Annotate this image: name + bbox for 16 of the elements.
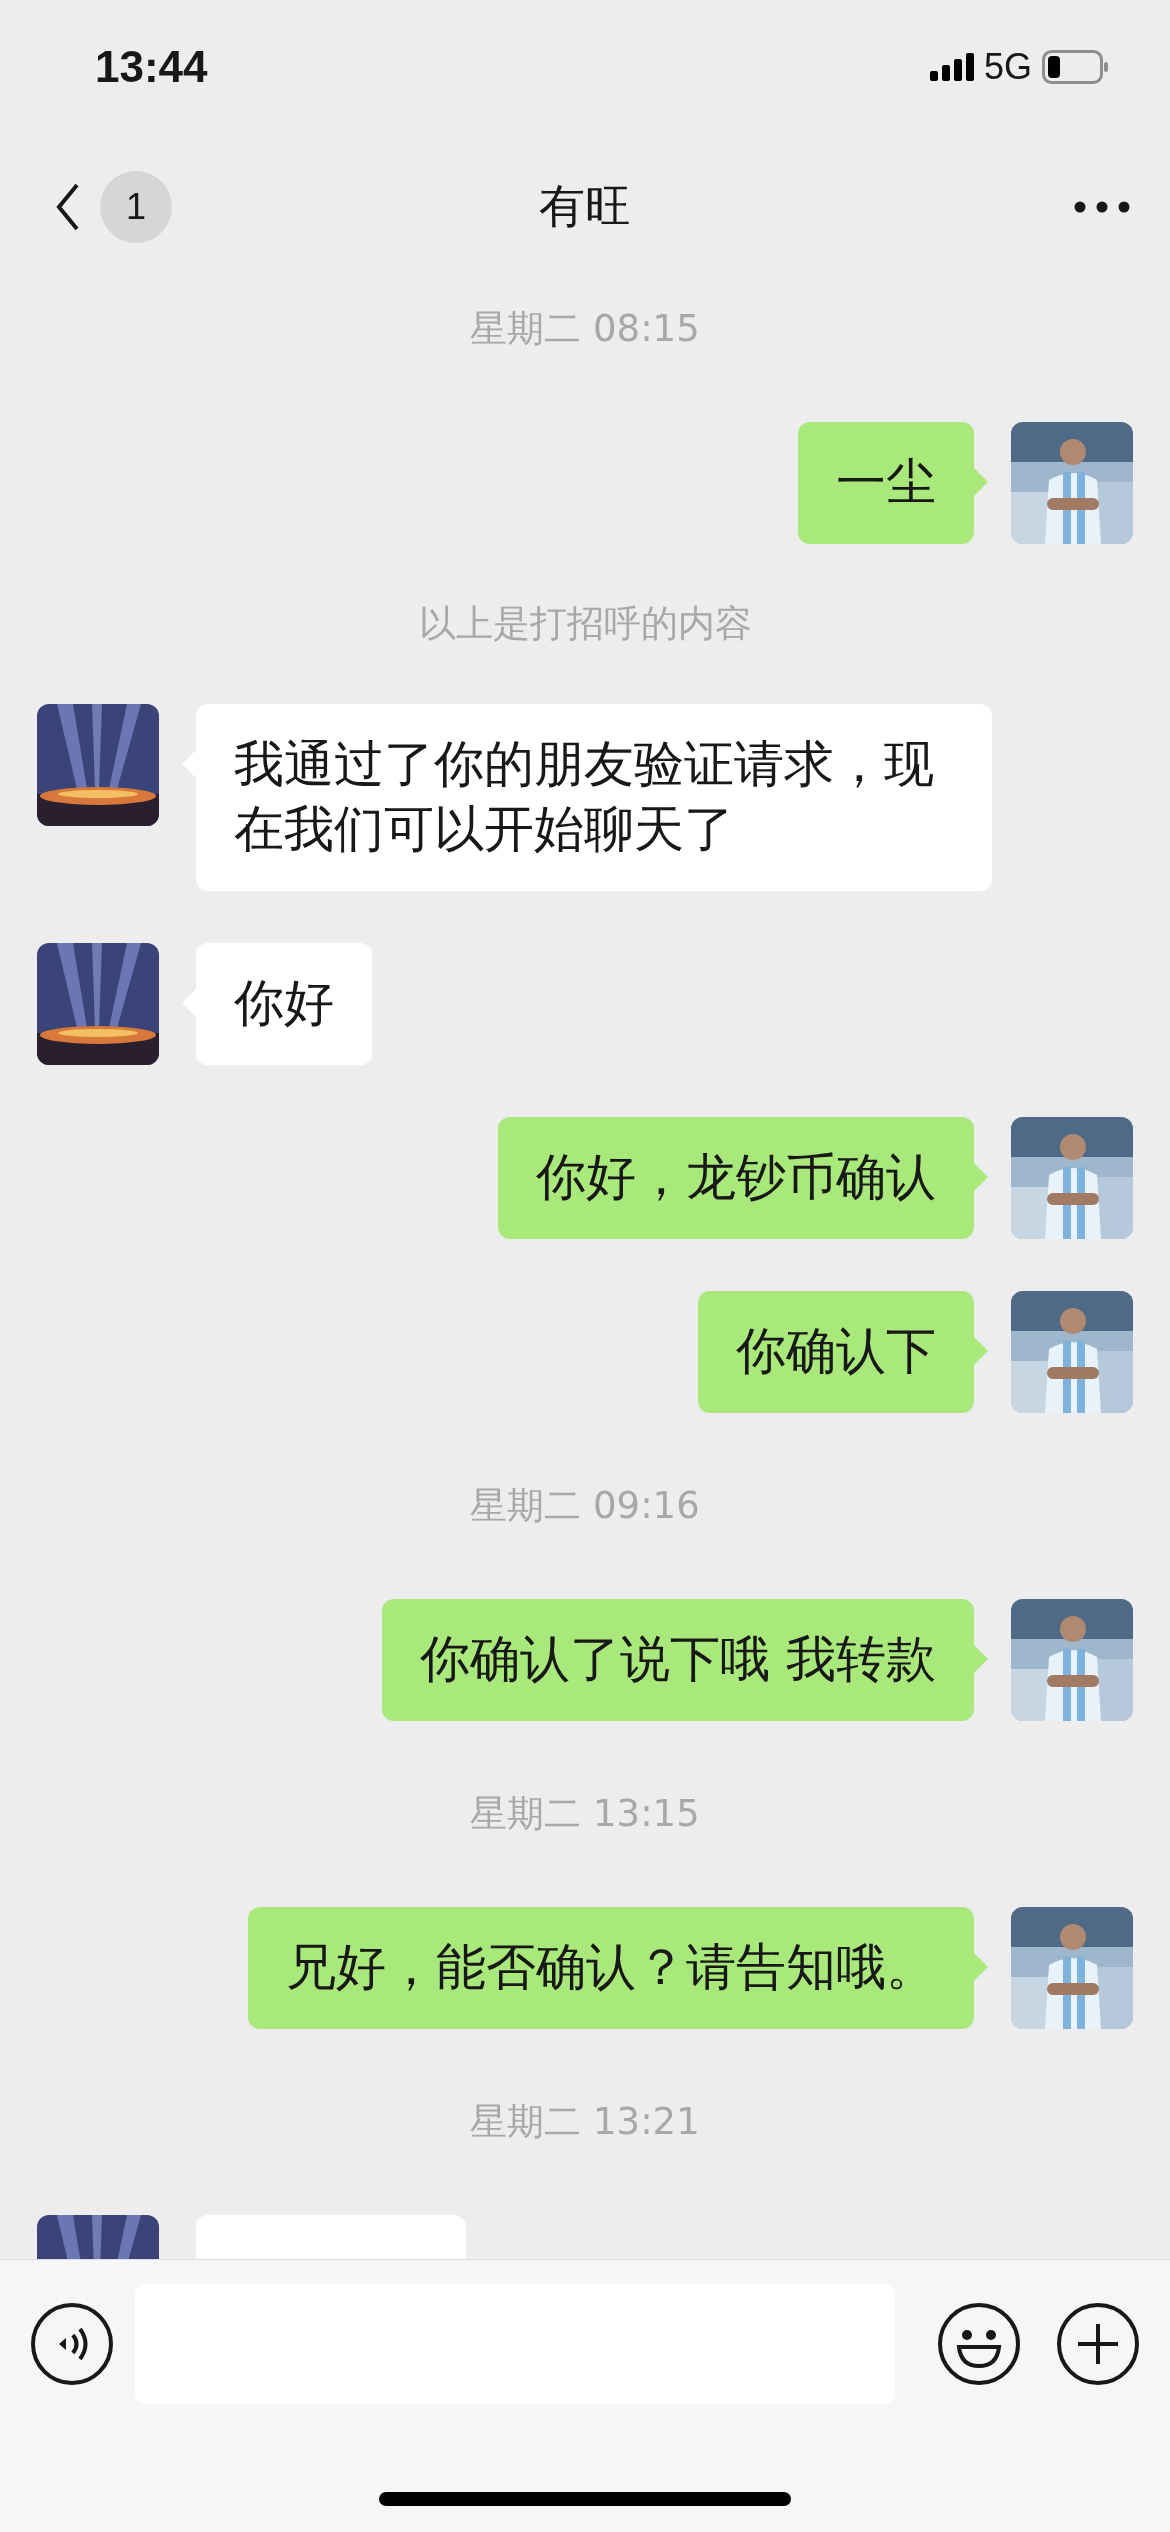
chat-title: 有旺 bbox=[539, 178, 631, 235]
timestamp: 星期二 13:15 bbox=[469, 1791, 701, 1837]
emoji-icon[interactable] bbox=[937, 2302, 1022, 2386]
voice-icon[interactable] bbox=[30, 2302, 114, 2386]
battery-icon bbox=[1042, 50, 1108, 84]
plus-icon[interactable] bbox=[1055, 2302, 1140, 2386]
more-icon[interactable] bbox=[1074, 201, 1130, 213]
system-notice: 以上是打招呼的内容 bbox=[417, 601, 753, 647]
network-label: 5G bbox=[983, 46, 1032, 88]
back-icon[interactable] bbox=[56, 182, 80, 232]
timestamp: 星期二 13:21 bbox=[469, 2099, 701, 2145]
status-time: 13:44 bbox=[95, 42, 208, 92]
unread-badge: 1 bbox=[100, 171, 172, 243]
signal-icon bbox=[929, 53, 974, 81]
timestamp: 星期二 09:16 bbox=[469, 1483, 701, 1529]
timestamp: 星期二 08:15 bbox=[469, 306, 701, 352]
